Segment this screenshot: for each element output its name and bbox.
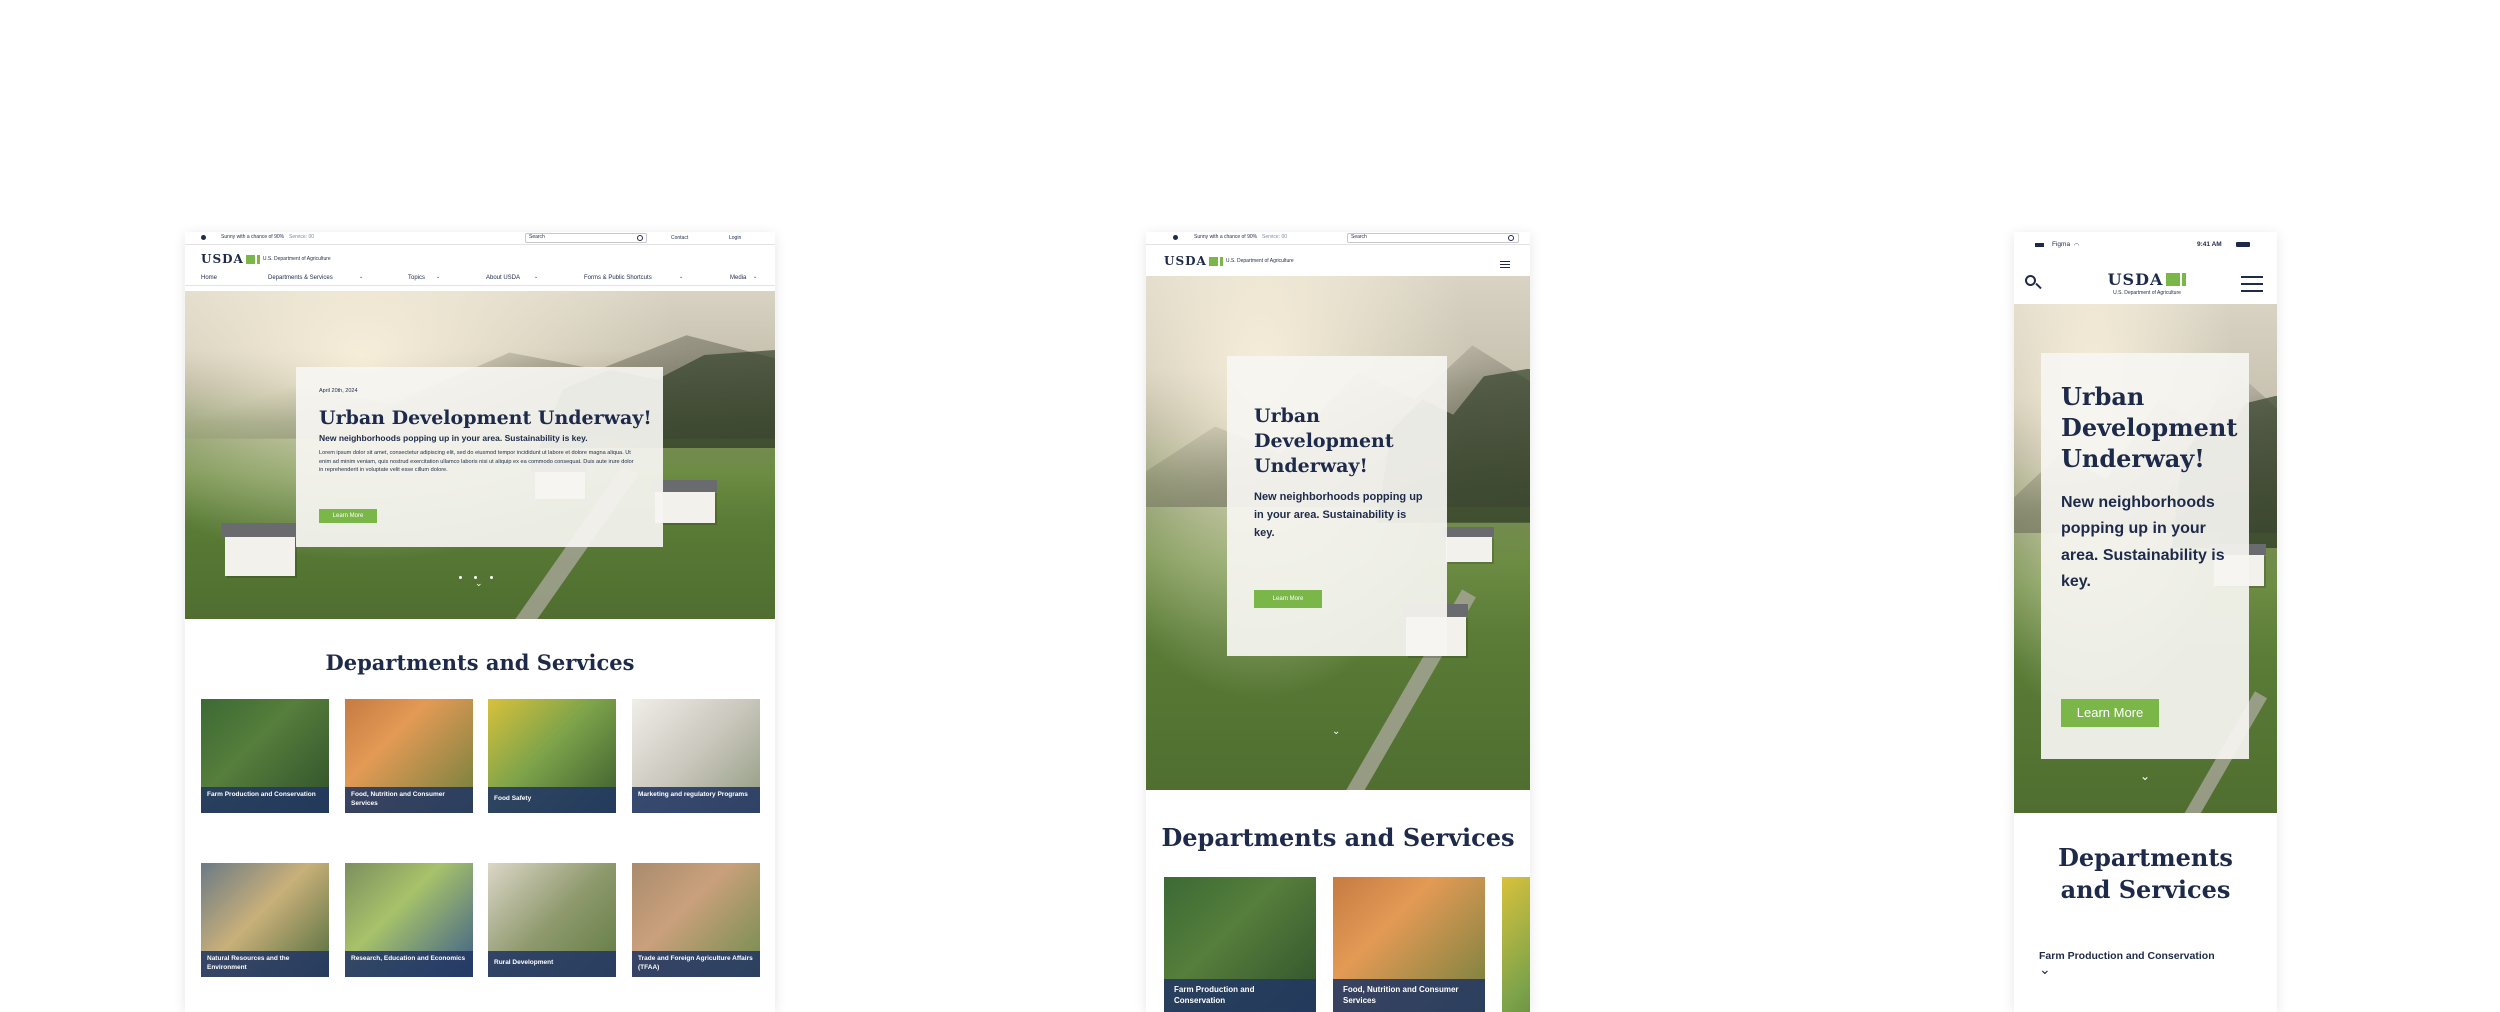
section-title: Departments and Services [1161, 823, 1515, 852]
department-card[interactable]: Food, Nutrition and Consumer Services [1333, 877, 1485, 1012]
search-icon[interactable] [1508, 235, 1514, 241]
hero-image: April 20th, 2024 Urban Development Under… [185, 291, 775, 619]
nav-about[interactable]: About USDA [486, 275, 520, 281]
search-input[interactable]: Search [525, 233, 647, 243]
learn-more-button[interactable]: Learn More [1254, 590, 1322, 608]
department-card[interactable]: Food, Nutrition and Consumer Services [345, 699, 473, 813]
department-card[interactable]: Food Safety [488, 699, 616, 813]
nav-forms[interactable]: Forms & Public Shortcuts [584, 275, 652, 281]
weather-text: Sunny with a chance of 90% [1194, 234, 1258, 240]
hero-image: Urban Development Underway! New neighbor… [1146, 276, 1530, 790]
hero-body: Lorem ipsum dolor sit amet, consectetur … [319, 450, 634, 474]
sun-icon [201, 235, 206, 240]
chevron-down-icon: ⌄ [753, 274, 758, 280]
weather-link[interactable]: Service: 00 [1262, 234, 1287, 240]
chevron-down-icon: ⌄ [679, 274, 684, 280]
status-time: 9:41 AM [2197, 241, 2222, 248]
search-input[interactable]: Search [1347, 233, 1519, 243]
department-card[interactable]: Trade and Foreign Agriculture Affairs (T… [632, 863, 760, 977]
department-card[interactable] [1502, 877, 1530, 1012]
carousel-dot[interactable] [459, 576, 462, 579]
tablet-frame: Sunny with a chance of 90% Service: 00 S… [1146, 232, 1530, 1012]
chevron-down-icon: ⌄ [534, 274, 539, 280]
main-nav: Home Departments & Services ⌄ Topics ⌄ A… [185, 273, 775, 286]
learn-more-button[interactable]: Learn More [2061, 699, 2159, 727]
weather-text: Sunny with a chance of 90% [221, 234, 285, 240]
signal-icon [2035, 243, 2044, 247]
usda-logo[interactable]: USDA U.S. Department of Agriculture [2102, 270, 2192, 296]
weather-link[interactable]: Service: 00 [289, 234, 314, 240]
contact-link[interactable]: Contact [671, 235, 688, 241]
wifi-icon: ◠ [2074, 243, 2080, 249]
menu-icon[interactable] [2241, 276, 2263, 292]
login-link[interactable]: Login [729, 235, 741, 241]
hero-card: April 20th, 2024 Urban Development Under… [296, 367, 663, 547]
chevron-down-icon: ⌄ [436, 274, 441, 280]
hero-subtitle: New neighborhoods popping up in your are… [2061, 494, 2225, 591]
department-card[interactable]: Natural Resources and the Environment [201, 863, 329, 977]
carrier-text: Figma [2052, 241, 2071, 248]
hero-title: Urban Development Underway! [319, 407, 652, 429]
usda-logo[interactable]: USDA U.S. Department of Agriculture [201, 252, 331, 266]
chevron-down-icon: ⌄ [359, 274, 364, 280]
carousel-dot[interactable] [489, 576, 493, 579]
chevron-down-icon[interactable]: ⌄ [475, 578, 483, 589]
hero-date: April 20th, 2024 [319, 388, 358, 394]
department-card[interactable]: Farm Production and Conservation [201, 699, 329, 813]
nav-departments[interactable]: Departments & Services [268, 275, 333, 281]
chevron-down-icon[interactable]: ⌄ [2039, 961, 2051, 978]
hero-image: Urban Development Underway! New neighbor… [2014, 304, 2277, 813]
department-card[interactable]: Research, Education and Economics [345, 863, 473, 977]
utility-bar: Sunny with a chance of 90% Service: 00 S… [185, 232, 775, 245]
chevron-down-icon[interactable]: ⌄ [1332, 726, 1340, 737]
section-title: Departments and Services [2058, 843, 2233, 905]
section-title: Departments and Services [325, 650, 635, 675]
hero-card: Urban Development Underway! New neighbor… [2041, 353, 2249, 759]
sun-icon [1173, 235, 1178, 240]
search-icon[interactable] [2025, 275, 2036, 286]
mobile-frame: Figma ◠ 9:41 AM USDA U.S. Department of … [2014, 232, 2277, 1012]
search-icon[interactable] [637, 235, 643, 241]
desktop-frame: Sunny with a chance of 90% Service: 00 S… [185, 232, 775, 1012]
hero-subtitle: New neighborhoods popping up in your are… [1254, 491, 1423, 540]
usda-mark-icon [2166, 273, 2187, 286]
learn-more-button[interactable]: Learn More [319, 509, 377, 523]
utility-bar: Sunny with a chance of 90% Service: 00 S… [1146, 232, 1530, 245]
search-icon-handle [2035, 282, 2042, 290]
nav-media[interactable]: Media [730, 275, 746, 281]
accordion-item-label[interactable]: Farm Production and Conservation [2039, 950, 2215, 962]
chevron-down-icon[interactable]: ⌄ [2140, 769, 2150, 783]
menu-icon[interactable] [1500, 261, 1510, 268]
hero-subtitle: New neighborhoods popping up in your are… [319, 433, 588, 443]
status-bar: Figma ◠ 9:41 AM [2014, 232, 2277, 252]
battery-icon [2236, 242, 2250, 247]
department-card[interactable]: Farm Production and Conservation [1164, 877, 1316, 1012]
department-card[interactable]: Rural Development [488, 863, 616, 977]
hero-title: Urban Development Underway! [1254, 405, 1394, 478]
hero-title: Urban Development Underway! [2061, 382, 2238, 474]
department-card[interactable]: Marketing and regulatory Programs [632, 699, 760, 813]
usda-logo[interactable]: USDA U.S. Department of Agriculture [1164, 254, 1294, 268]
nav-topics[interactable]: Topics [408, 275, 425, 281]
hero-card: Urban Development Underway! New neighbor… [1227, 356, 1447, 656]
nav-home[interactable]: Home [201, 275, 217, 281]
usda-mark-icon [1208, 256, 1223, 266]
usda-mark-icon [245, 254, 260, 264]
